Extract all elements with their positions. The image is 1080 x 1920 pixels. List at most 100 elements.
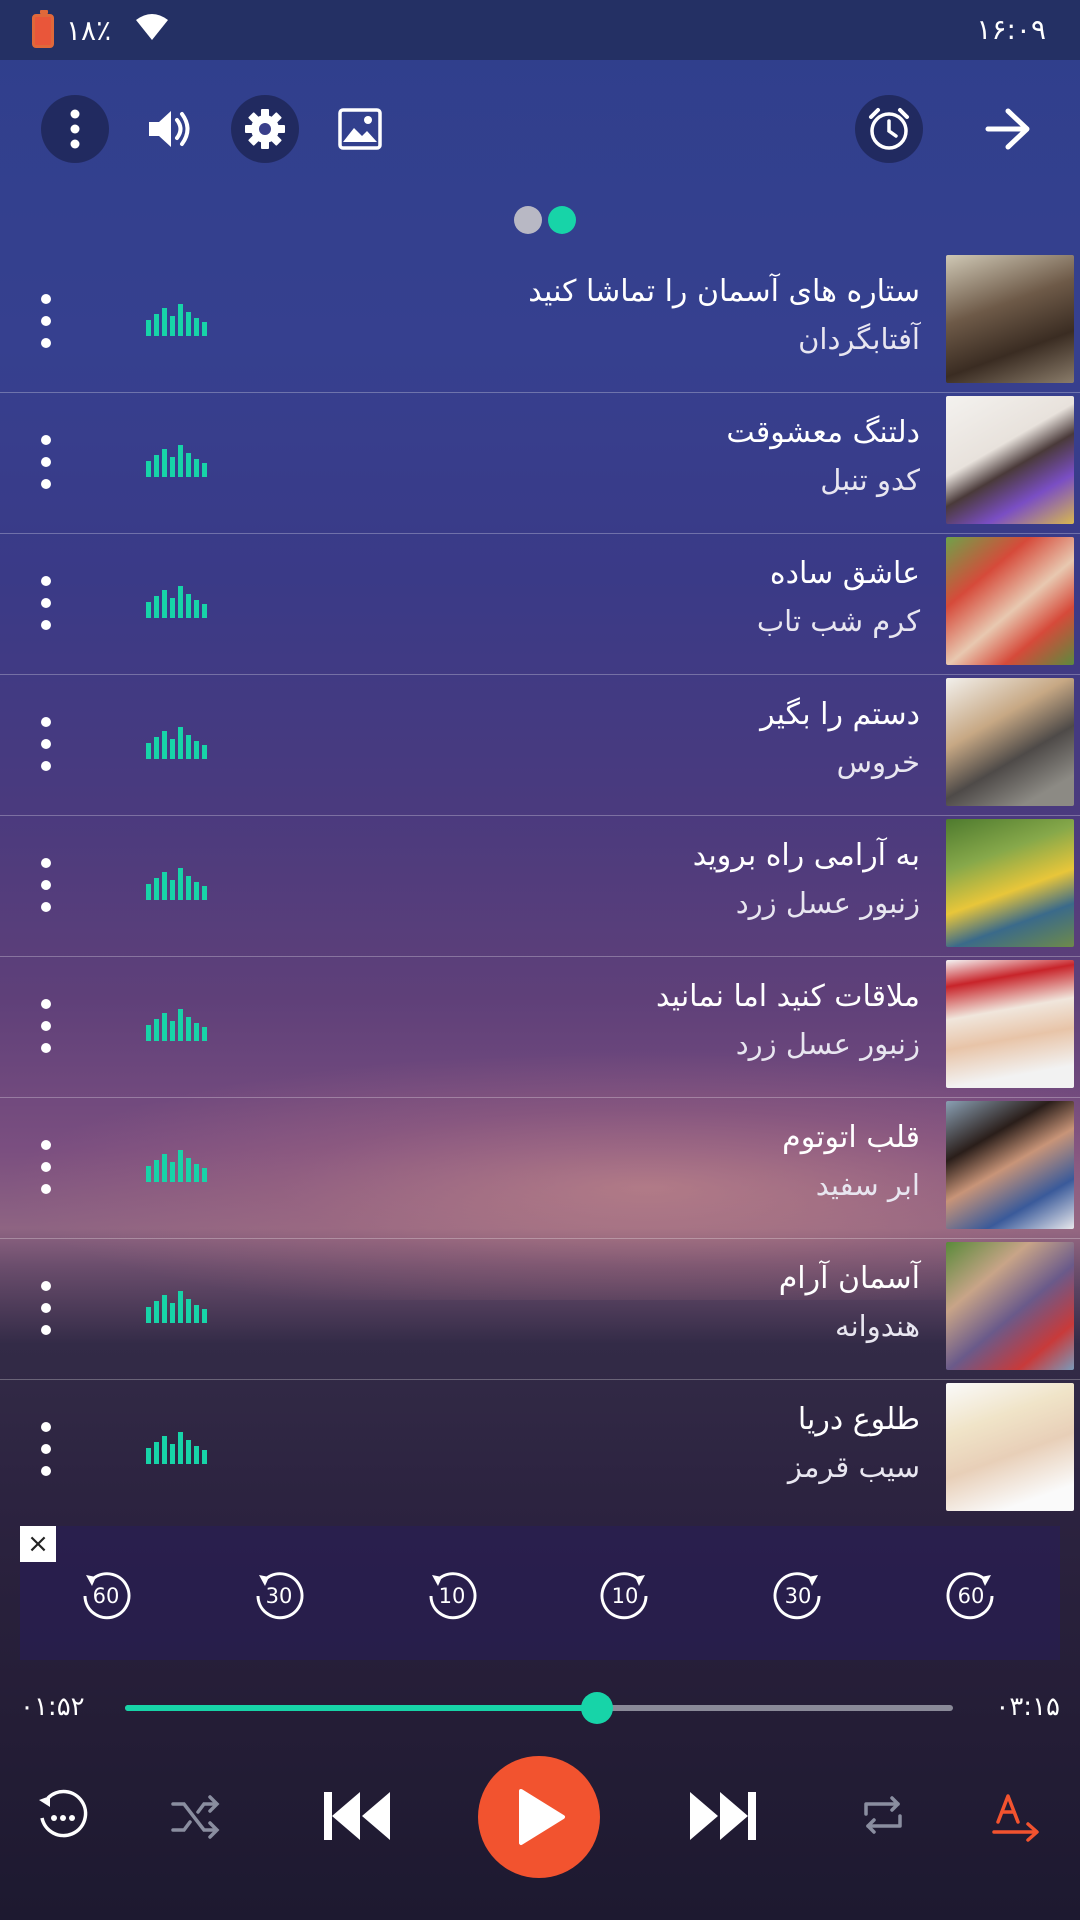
song-more-button[interactable] xyxy=(34,1140,58,1194)
equalizer-icon xyxy=(146,586,207,618)
song-more-button[interactable] xyxy=(34,435,58,489)
more-circle-icon xyxy=(39,1789,88,1838)
song-artist: هندوانه xyxy=(835,1309,920,1343)
song-row[interactable]: طلوع دریا سیب قرمز xyxy=(0,1380,1080,1520)
volume-icon xyxy=(149,111,190,147)
song-list: ستاره های آسمان را تماشا کنید آفتابگردان… xyxy=(0,252,1080,1520)
battery-percent: ۱۸٪ xyxy=(66,14,112,47)
song-more-button[interactable] xyxy=(34,1281,58,1335)
song-artist: ابر سفید xyxy=(815,1168,920,1202)
skip-seconds-label: 10 xyxy=(438,1584,466,1608)
song-row[interactable]: آسمان آرام هندوانه xyxy=(0,1239,1080,1380)
play-button[interactable] xyxy=(478,1756,600,1878)
alarm-icon xyxy=(869,108,909,150)
seek-bar-thumb[interactable] xyxy=(580,1692,613,1724)
status-clock: ۱۶:۰۹ xyxy=(976,13,1046,46)
song-title: به آرامی راه بروید xyxy=(692,838,920,873)
arrow-right-icon xyxy=(985,108,1030,150)
song-more-button[interactable] xyxy=(34,1422,58,1476)
forward-60-button[interactable]: 60 xyxy=(945,1570,997,1622)
lyrics-button[interactable] xyxy=(990,1790,1044,1844)
wifi-icon xyxy=(134,12,170,46)
rewind-30-button[interactable]: 30 xyxy=(253,1570,305,1622)
song-artist: آفتابگردان xyxy=(798,322,920,356)
toolbar xyxy=(0,95,1080,171)
song-title: ستاره های آسمان را تماشا کنید xyxy=(528,274,920,309)
rewind-10-button[interactable]: 10 xyxy=(426,1570,478,1622)
skip-next-icon xyxy=(690,1792,756,1840)
song-row[interactable]: دلتنگ معشوقت کدو تنبل xyxy=(0,393,1080,534)
song-artist: خروس xyxy=(836,745,920,779)
more-vert-icon xyxy=(70,109,80,149)
total-duration: ۰۳:۱۵ xyxy=(995,1692,1060,1722)
song-title: طلوع دریا xyxy=(797,1402,920,1437)
song-row[interactable]: دستم را بگیر خروس xyxy=(0,675,1080,816)
back-button[interactable] xyxy=(974,95,1042,163)
status-bar: ۱۸٪ ۱۶:۰۹ xyxy=(0,0,1080,60)
playback-controls xyxy=(0,1752,1080,1882)
equalizer-icon xyxy=(146,1291,207,1323)
song-artist: کرم شب تاب xyxy=(756,604,920,638)
song-title: ملاقات کنید اما نمانید xyxy=(656,979,920,1014)
equalizer-icon xyxy=(146,1150,207,1182)
album-art xyxy=(946,255,1074,383)
song-more-button[interactable] xyxy=(34,999,58,1053)
song-row[interactable]: قلب اتوتوم ابر سفید xyxy=(0,1098,1080,1239)
song-title: قلب اتوتوم xyxy=(782,1120,920,1155)
song-artist: کدو تنبل xyxy=(820,463,920,497)
repeat-icon xyxy=(864,1796,902,1834)
album-art xyxy=(946,960,1074,1088)
queue-options-button[interactable] xyxy=(36,1788,90,1842)
song-more-button[interactable] xyxy=(34,858,58,912)
album-art xyxy=(946,396,1074,524)
page-indicator xyxy=(514,206,576,234)
song-title: عاشق ساده xyxy=(769,556,920,591)
forward-30-button[interactable]: 30 xyxy=(772,1570,824,1622)
album-art xyxy=(946,819,1074,947)
equalizer-icon xyxy=(146,445,207,477)
song-row[interactable]: به آرامی راه بروید زنبور عسل زرد xyxy=(0,816,1080,957)
skip-seconds-label: 60 xyxy=(92,1584,120,1608)
equalizer-icon xyxy=(146,304,207,336)
seek-bar-progress xyxy=(125,1705,597,1711)
text-arrow-icon xyxy=(992,1794,1039,1842)
elapsed-time: ۰۱:۵۲ xyxy=(20,1692,85,1722)
song-title: دستم را بگیر xyxy=(760,697,920,732)
song-more-button[interactable] xyxy=(34,717,58,771)
rewind-60-button[interactable]: 60 xyxy=(80,1570,132,1622)
song-artist: زنبور عسل زرد xyxy=(735,886,920,920)
equalizer-icon xyxy=(146,1009,207,1041)
skip-seconds-label: 10 xyxy=(611,1584,639,1608)
song-more-button[interactable] xyxy=(34,294,58,348)
song-more-button[interactable] xyxy=(34,576,58,630)
equalizer-icon xyxy=(146,868,207,900)
repeat-button[interactable] xyxy=(858,1790,908,1840)
volume-button[interactable] xyxy=(136,95,204,163)
seek-shortcuts-panel xyxy=(20,1526,1060,1660)
background-image-button[interactable] xyxy=(326,95,394,163)
play-icon xyxy=(519,1789,565,1845)
forward-10-button[interactable]: 10 xyxy=(599,1570,651,1622)
song-title: آسمان آرام xyxy=(778,1261,920,1296)
song-row[interactable]: ملاقات کنید اما نمانید زنبور عسل زرد xyxy=(0,957,1080,1098)
song-row[interactable]: ستاره های آسمان را تماشا کنید آفتابگردان xyxy=(0,252,1080,393)
next-button[interactable] xyxy=(688,1788,758,1844)
album-art xyxy=(946,1101,1074,1229)
sleep-timer-button[interactable] xyxy=(855,95,923,163)
page-dot-inactive[interactable] xyxy=(514,206,542,234)
gear-icon xyxy=(245,109,285,149)
shuffle-icon xyxy=(171,1795,220,1839)
previous-button[interactable] xyxy=(322,1788,392,1844)
more-options-button[interactable] xyxy=(41,95,109,163)
seek-bar[interactable] xyxy=(125,1692,953,1724)
skip-seconds-label: 30 xyxy=(265,1584,293,1608)
shuffle-button[interactable] xyxy=(170,1792,224,1842)
close-seek-panel-button[interactable]: × xyxy=(20,1526,56,1562)
skip-seconds-label: 30 xyxy=(784,1584,812,1608)
settings-button[interactable] xyxy=(231,95,299,163)
song-row[interactable]: عاشق ساده کرم شب تاب xyxy=(0,534,1080,675)
skip-previous-icon xyxy=(324,1792,390,1840)
image-icon xyxy=(338,108,382,150)
page-dot-active[interactable] xyxy=(548,206,576,234)
battery-icon xyxy=(32,10,54,48)
